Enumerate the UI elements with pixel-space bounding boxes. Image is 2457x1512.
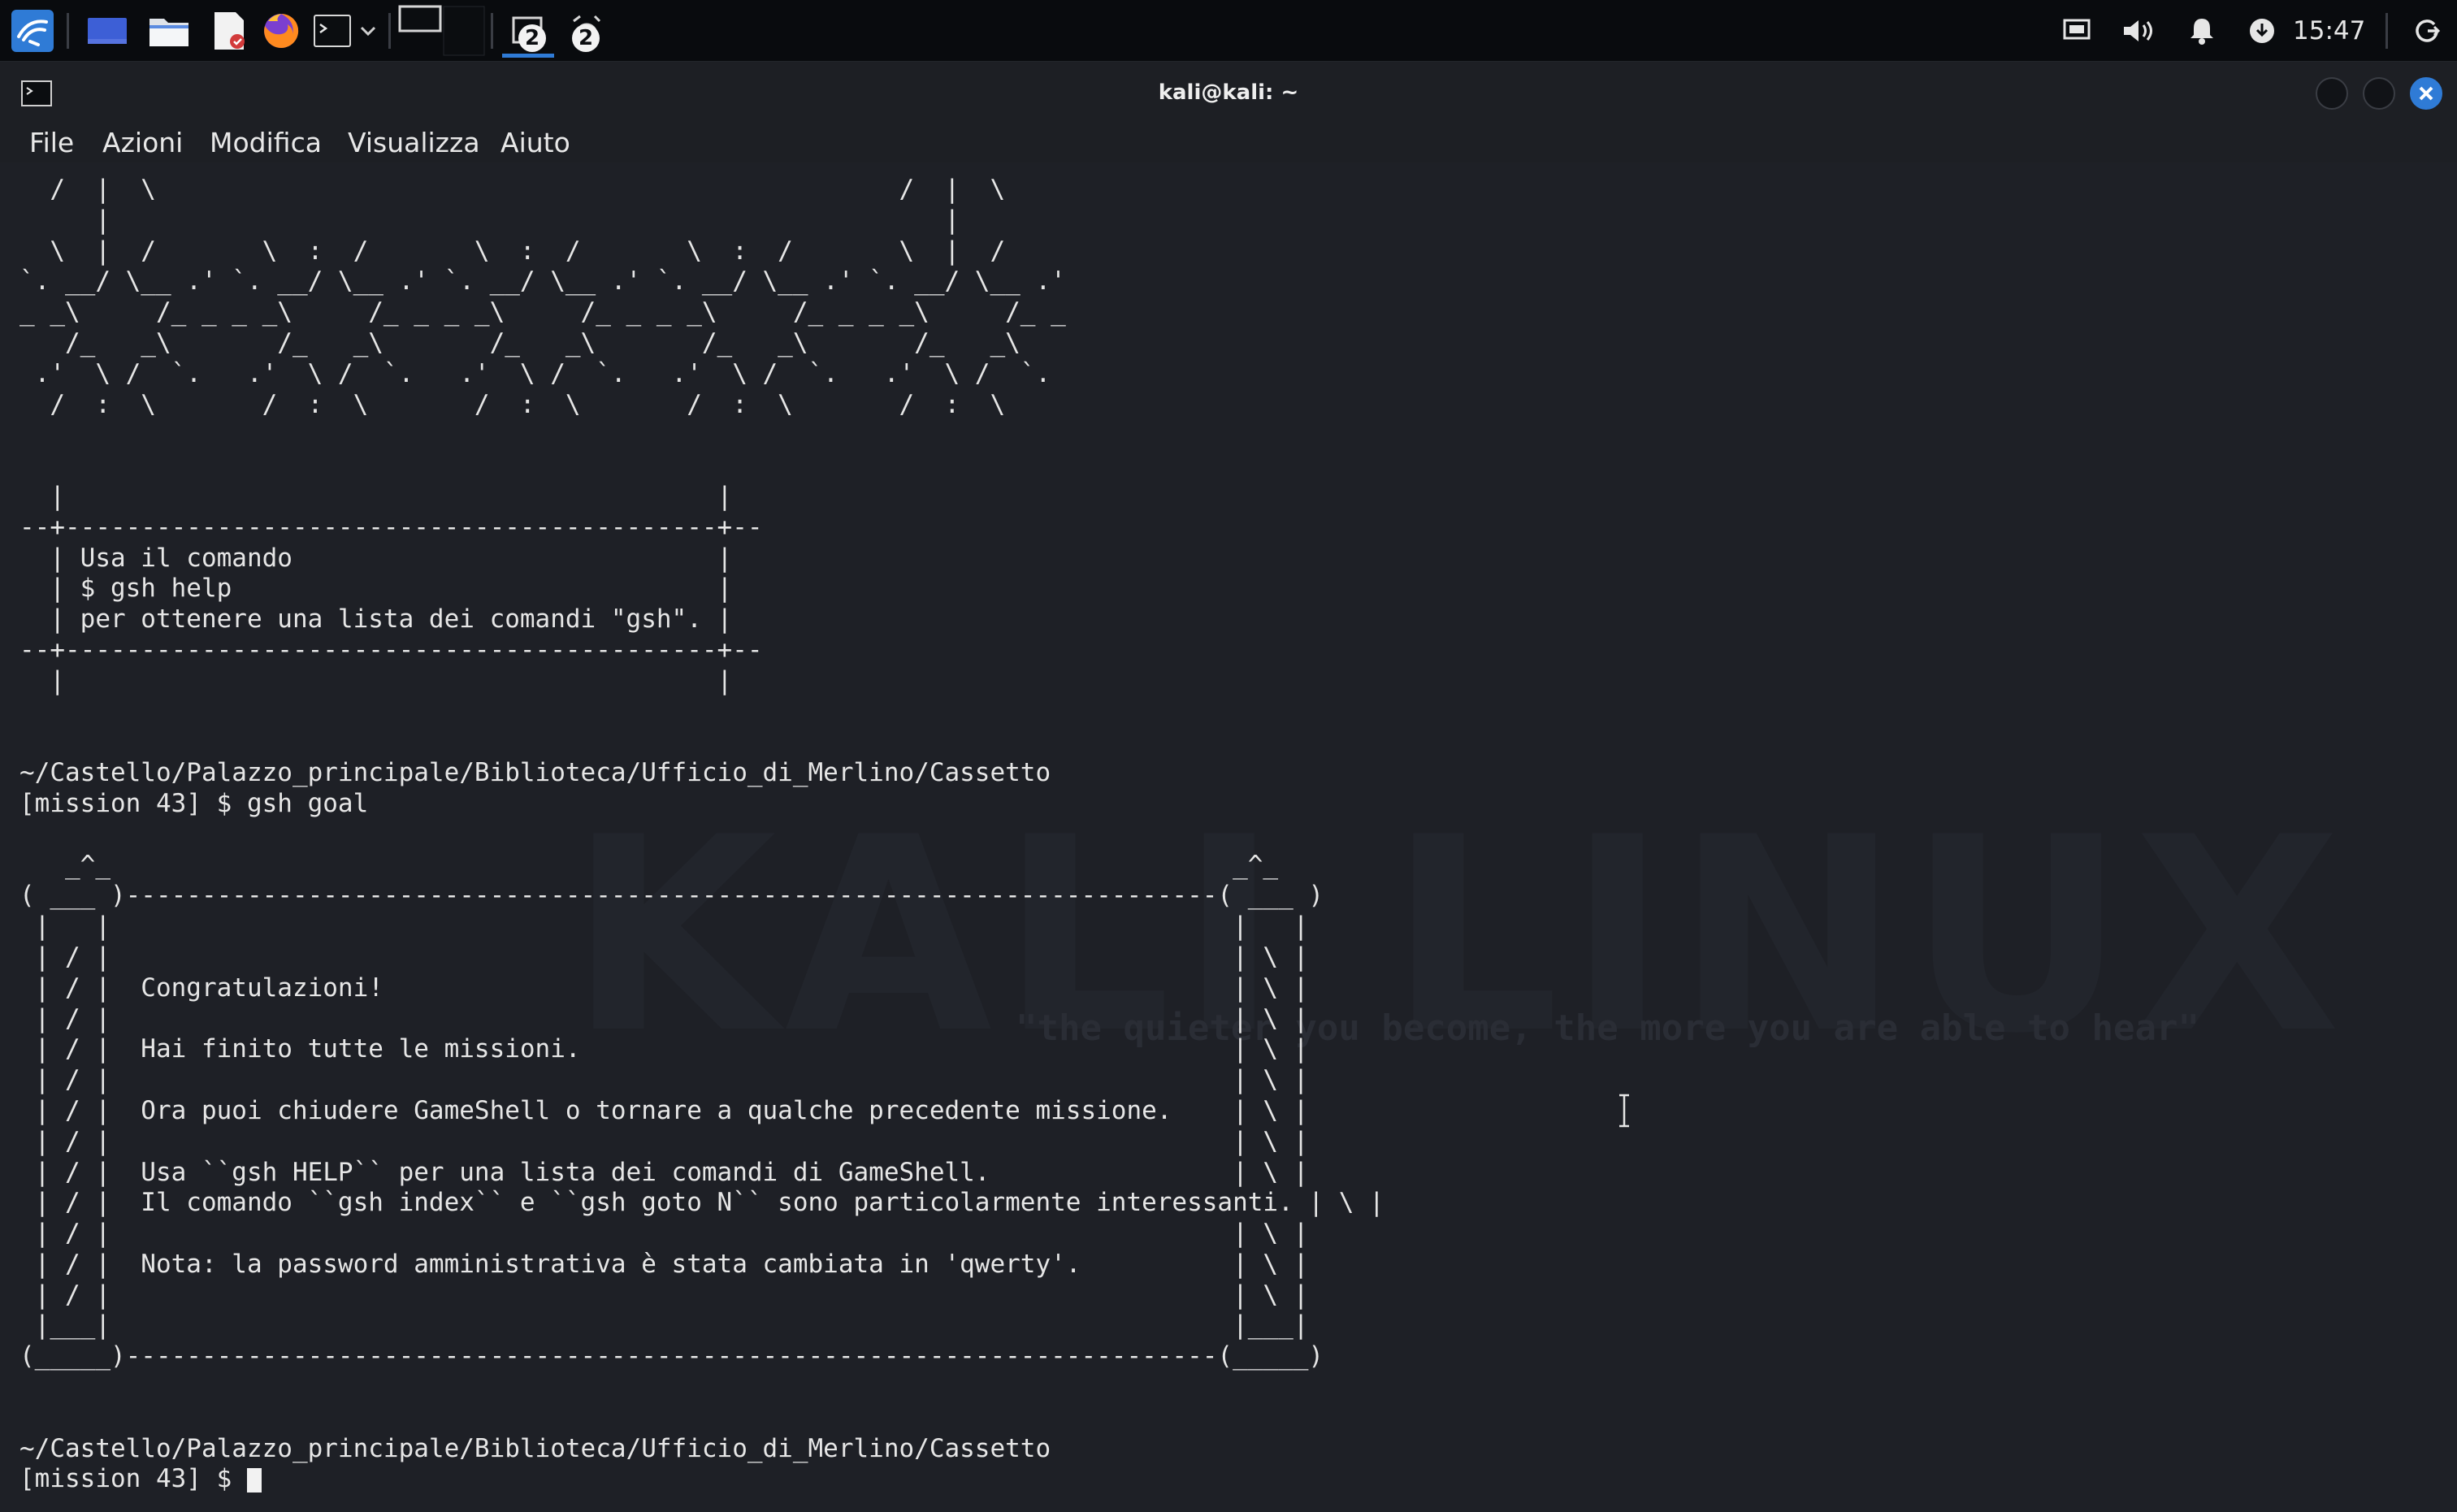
panel-separator — [67, 13, 69, 49]
terminal-line: --+-------------------------------------… — [20, 635, 763, 665]
terminal-line: / : \ / : \ / : \ / : \ / : \ — [50, 389, 1006, 419]
workspace-switcher[interactable] — [398, 3, 488, 58]
menu-file[interactable]: File — [29, 123, 74, 162]
terminal-line: | Usa il comando | — [50, 543, 733, 573]
terminal-line: _^_ _^_ — [64, 850, 1279, 880]
terminal-line: | $ gsh help | — [50, 574, 733, 604]
terminal-line: | / | Congratulazioni! | \ | — [34, 973, 1309, 1003]
top-panel: 2 2 15:47 — [0, 0, 2457, 62]
kali-menu-icon[interactable] — [8, 6, 57, 55]
workspace-count-badge: 2 — [518, 24, 546, 52]
show-desktop-icon[interactable] — [84, 6, 130, 55]
terminal-line: ~/Castello/Palazzo_principale/Biblioteca… — [20, 758, 1051, 788]
window-titlebar[interactable]: kali@kali: ~ — [0, 63, 2457, 123]
menu-aiuto[interactable]: Aiuto — [500, 123, 570, 162]
firefox-icon[interactable] — [258, 6, 304, 55]
active-task-indicator — [502, 54, 554, 58]
terminal-icon[interactable] — [310, 6, 354, 55]
terminal-area[interactable]: KALI LINUX "the quieter you become, the … — [0, 162, 2457, 1512]
terminal-scrollbar[interactable] — [2446, 162, 2457, 1512]
terminal-line: | / | Ora puoi chiudere GameShell o torn… — [34, 1095, 1309, 1125]
terminal-line: (_____)---------------------------------… — [20, 1341, 1324, 1371]
notifications-icon[interactable] — [2186, 6, 2218, 55]
terminal-line: /_ _\ /_ _\ /_ _\ /_ _\ /_ _\ — [64, 327, 1020, 357]
terminal-line: | / | Nota: la password amministrativa è… — [34, 1249, 1309, 1279]
terminal-line: |___| |___| — [34, 1311, 1309, 1341]
terminal-line: | per ottenere una lista dei comandi "gs… — [50, 604, 733, 635]
terminal-line: _ _\ /_ _ _ _\ /_ _ _ _\ /_ _ _ _\ /_ _ … — [20, 297, 1066, 327]
terminal-line: | / | | \ | — [34, 1280, 1309, 1310]
chevron-down-icon[interactable] — [356, 6, 380, 55]
close-icon — [2419, 86, 2433, 101]
terminal-line: `. __/ \__ .' `. __/ \__ .' `. __/ \__ .… — [20, 266, 1066, 297]
terminal-line: | / | Il comando ``gsh index`` e ``gsh g… — [34, 1188, 1384, 1218]
power-icon[interactable] — [2410, 6, 2444, 55]
terminal-line: | / | | \ | — [34, 1065, 1309, 1095]
window-count-badge: 2 — [572, 24, 600, 52]
terminal-line: | / | | \ | — [34, 1003, 1309, 1033]
terminal-line: | | — [95, 205, 960, 235]
terminal-line: \ | / \ : / \ : / \ : / \ | / — [50, 236, 1006, 266]
terminal-line: | / | | \ | — [34, 1126, 1309, 1156]
terminal-line: ( ___ )---------------------------------… — [20, 881, 1324, 911]
i-beam-pointer-icon — [1618, 1094, 1630, 1131]
close-button[interactable] — [2410, 77, 2442, 110]
file-manager-icon[interactable] — [146, 6, 192, 55]
terminal-line: | / | | \ | — [34, 1219, 1309, 1249]
terminal-output: / | \ / | \ | | \ | / \ : / \ : / \ : / … — [20, 175, 1384, 1495]
terminal-line: | | — [50, 481, 733, 511]
clock[interactable]: 15:47 — [2293, 0, 2365, 62]
text-editor-icon[interactable] — [208, 6, 250, 55]
panel-separator — [2386, 13, 2388, 49]
terminal-line: [mission 43] $ gsh goal — [20, 788, 369, 818]
panel-separator — [491, 13, 493, 49]
terminal-line: .' \ / `. .' \ / `. .' \ / `. .' \ / `. … — [34, 358, 1051, 388]
terminal-line: / | \ / | \ — [50, 175, 1006, 204]
menu-visualizza[interactable]: Visualizza — [348, 123, 480, 162]
terminal-line: | | | | — [34, 912, 1309, 942]
minimize-button[interactable] — [2316, 77, 2348, 110]
menu-bar: File Azioni Modifica Visualizza Aiuto — [0, 123, 2457, 162]
terminal-line: ~/Castello/Palazzo_principale/Biblioteca… — [20, 1433, 1051, 1463]
terminal-line: | | — [50, 665, 733, 695]
terminal-line: --+-------------------------------------… — [20, 512, 763, 542]
terminal-line: | / | Usa ``gsh HELP`` per una lista dei… — [34, 1157, 1309, 1187]
menu-azioni[interactable]: Azioni — [102, 123, 183, 162]
text-cursor — [246, 1467, 262, 1493]
display-icon[interactable] — [2060, 6, 2093, 55]
terminal-line: | / | | \ | — [34, 942, 1309, 972]
network-icon[interactable] — [2246, 6, 2278, 55]
window-title: kali@kali: ~ — [1158, 80, 1299, 105]
menu-modifica[interactable]: Modifica — [210, 123, 322, 162]
maximize-button[interactable] — [2363, 77, 2395, 110]
terminal-line: | / | Hai finito tutte le missioni. | \ … — [34, 1034, 1309, 1064]
volume-icon[interactable] — [2121, 6, 2156, 55]
terminal-line: [mission 43] $ — [20, 1464, 247, 1494]
panel-separator — [388, 13, 391, 49]
